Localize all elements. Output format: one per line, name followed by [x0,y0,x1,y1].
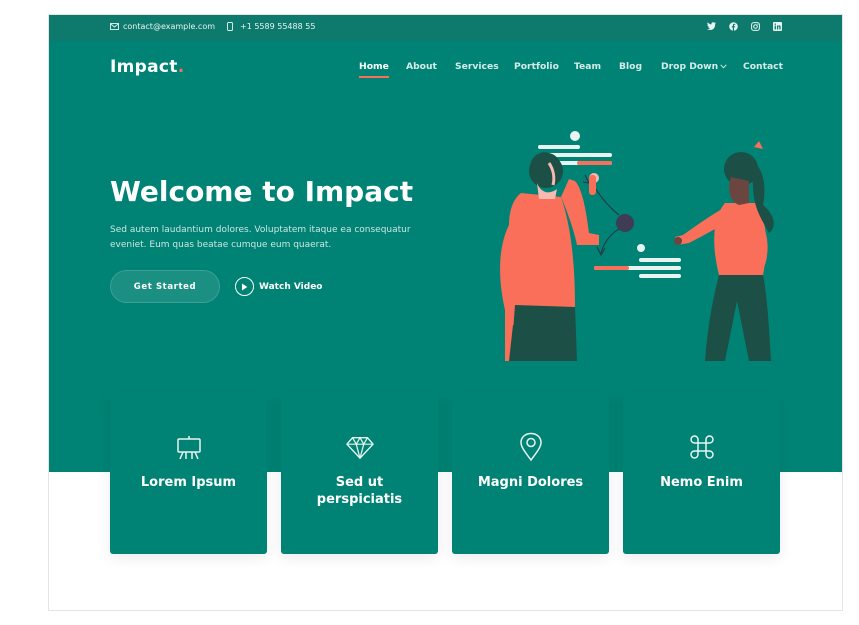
nav-dropdown-label: Drop Down [661,61,719,72]
card-lorem-ipsum[interactable]: Lorem Ipsum [110,392,267,554]
topbar-phone[interactable]: +1 5589 55488 55 [227,22,315,31]
card-sed-ut-perspiciatis[interactable]: Sed ut perspiciatis [281,392,438,554]
watch-video-label: Watch Video [259,281,323,292]
command-icon [688,432,716,462]
hero-title: Welcome to Impact [110,175,414,208]
nav-blog[interactable]: Blog [619,61,642,72]
get-started-label: Get Started [133,281,197,292]
nav-home[interactable]: Home [359,61,389,78]
chevron-down-icon [720,64,727,69]
easel-icon [175,432,203,462]
play-icon [235,277,254,296]
nav-services[interactable]: Services [455,61,499,72]
card-nemo-enim[interactable]: Nemo Enim [623,392,780,554]
nav-contact[interactable]: Contact [743,61,783,72]
hero-lead: Sed autem laudantium dolores. Voluptatem… [110,225,411,250]
instagram-icon[interactable] [750,21,760,31]
phone-icon [227,22,233,31]
linkedin-icon[interactable] [772,21,782,31]
card-magni-dolores[interactable]: Magni Dolores [452,392,609,554]
card-title: Lorem Ipsum [140,475,237,490]
nav-dropdown[interactable]: Drop Down [661,61,727,72]
map-pin-icon [517,432,545,462]
facebook-icon[interactable] [728,21,738,31]
watch-video-button[interactable]: Watch Video [235,277,322,296]
topbar: contact@example.com +1 5589 55488 55 [49,15,842,41]
topbar-email-text: contact@example.com [123,22,215,31]
site-logo[interactable]: Impact. [110,57,184,77]
twitter-icon[interactable] [706,21,716,31]
get-started-button[interactable]: Get Started [110,270,220,303]
nav-about[interactable]: About [406,61,437,72]
card-title: Magni Dolores [477,475,584,490]
nav-portfolio[interactable]: Portfolio [514,61,559,72]
logo-text: Impact [110,57,178,77]
card-title: Nemo Enim [660,475,743,490]
topbar-phone-text: +1 5589 55488 55 [240,22,316,31]
gem-icon [345,432,374,462]
card-title: Sed ut perspiciatis [316,475,403,507]
page-frame: contact@example.com +1 5589 55488 55 Imp… [48,14,843,611]
hero-illustration [500,131,774,361]
topbar-email[interactable]: contact@example.com [110,22,215,31]
social-links [706,21,782,31]
logo-dot: . [177,57,185,77]
nav-team[interactable]: Team [574,61,601,72]
envelope-icon [110,23,119,30]
